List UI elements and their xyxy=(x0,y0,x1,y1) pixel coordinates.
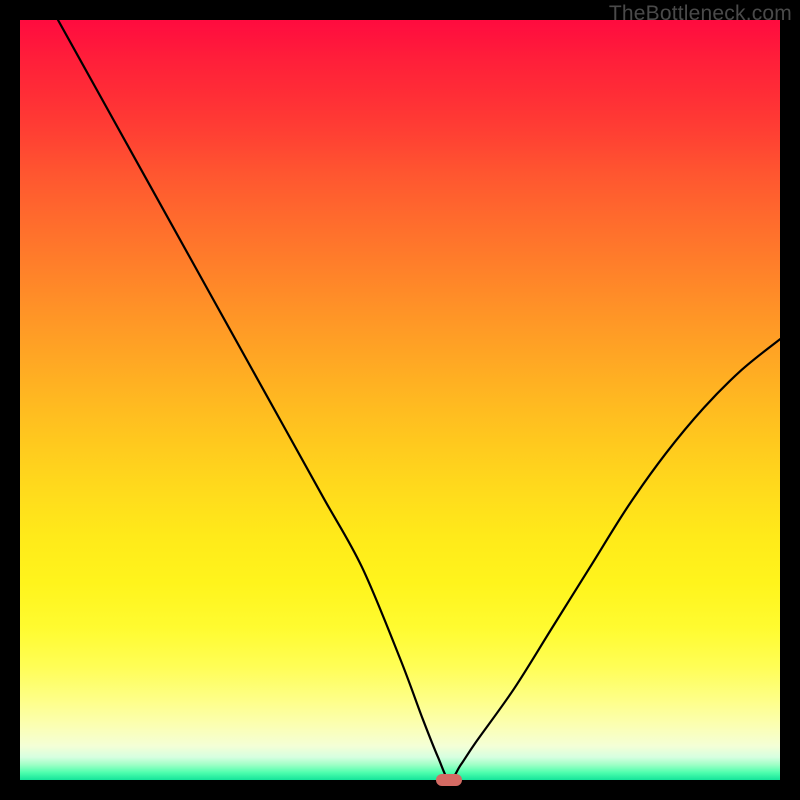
plot-area xyxy=(20,20,780,780)
chart-frame xyxy=(20,20,780,780)
bottleneck-curve xyxy=(58,20,780,780)
watermark: TheBottleneck.com xyxy=(609,2,792,26)
curve-layer xyxy=(20,20,780,780)
optimum-marker xyxy=(436,774,462,786)
